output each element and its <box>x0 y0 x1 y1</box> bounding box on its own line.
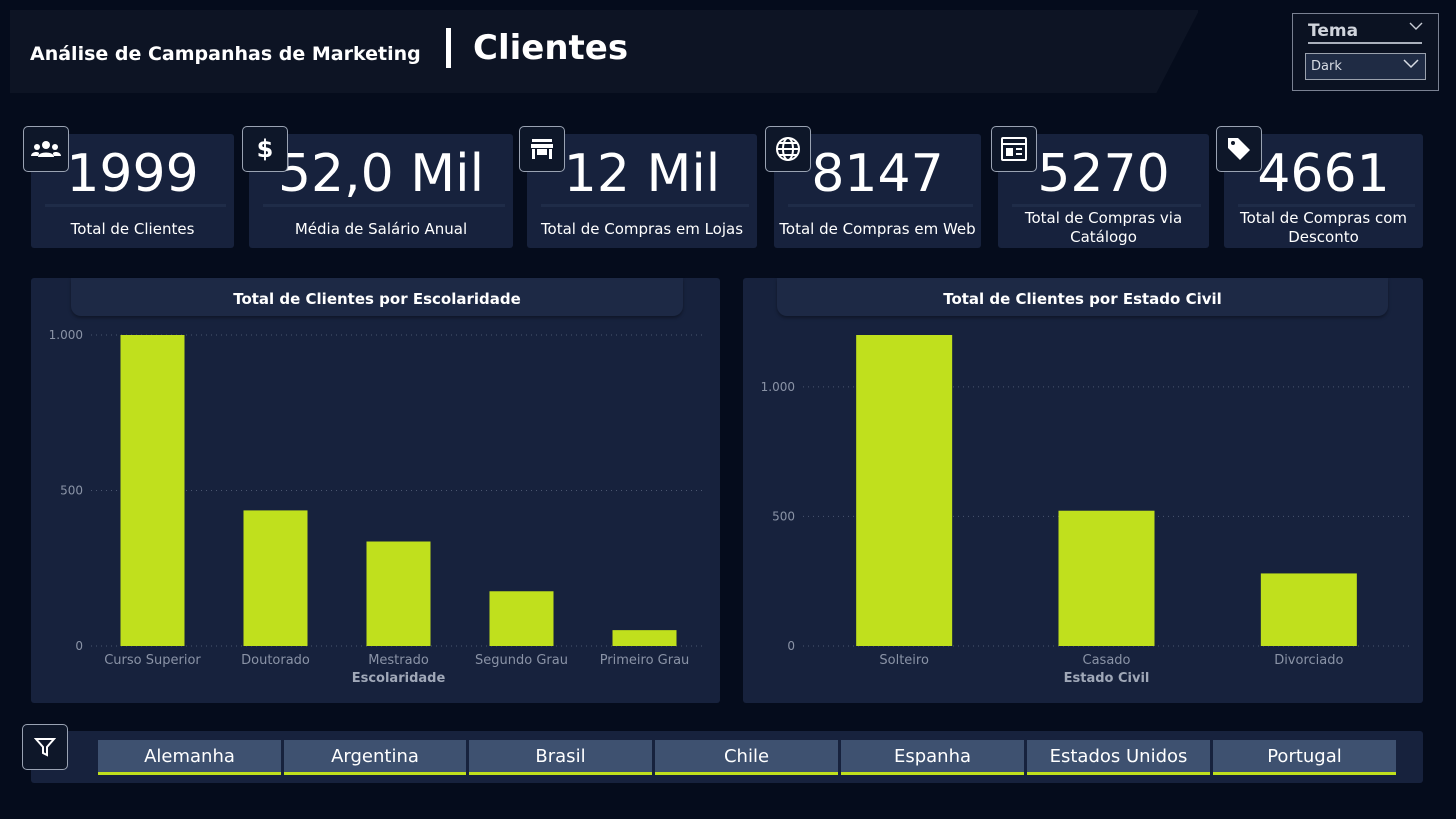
country-button-brasil[interactable]: Brasil <box>469 740 652 775</box>
kpi-label: Total de Compras em Lojas <box>540 220 744 238</box>
bar[interactable] <box>243 510 308 646</box>
store-icon <box>519 126 565 172</box>
x-tick-label: Mestrado <box>368 653 429 668</box>
y-tick-label: 0 <box>75 639 83 653</box>
users-icon <box>23 126 69 172</box>
country-button-chile[interactable]: Chile <box>655 740 838 775</box>
bar[interactable] <box>856 335 953 646</box>
title-divider <box>446 28 451 68</box>
bar-chart-escolaridade: 0 500 1.000 Curso Superior Doutorado Mestrado… <box>49 328 706 686</box>
bar[interactable] <box>1058 510 1155 646</box>
kpi-label: Total de Compras com Desconto <box>1239 209 1408 246</box>
chevron-down-icon[interactable] <box>1409 20 1423 35</box>
bar[interactable] <box>120 335 185 646</box>
tag-icon <box>1216 126 1262 172</box>
chart-panel-estado-civil: Total de Clientes por Estado Civil 0 500 1… <box>743 278 1423 703</box>
kpi-label: Total de Compras em Web <box>779 220 976 238</box>
x-tick-label: Solteiro <box>879 653 929 668</box>
kpi-value: 52,0 Mil <box>277 144 485 204</box>
y-tick-label: 0 <box>787 639 795 653</box>
country-button-argentina[interactable]: Argentina <box>284 740 466 775</box>
x-tick-label: Casado <box>1083 653 1131 668</box>
kpi-divider <box>45 204 226 207</box>
country-button-espanha[interactable]: Espanha <box>841 740 1024 775</box>
bar-chart-estado-civil: 0 500 1.000 Solteiro Casado Divorciado Estado … <box>761 335 1410 686</box>
country-button-alemanha[interactable]: Alemanha <box>98 740 281 775</box>
report-subtitle: Análise de Campanhas de Marketing <box>30 43 421 65</box>
theme-selected-value: Dark <box>1311 59 1342 74</box>
bar[interactable] <box>612 630 677 646</box>
header-banner: Análise de Campanhas de Marketing Client… <box>10 10 1198 93</box>
bar[interactable] <box>1260 573 1357 646</box>
theme-underline <box>1308 42 1422 44</box>
x-tick-label: Primeiro Grau <box>600 653 690 668</box>
globe-icon <box>765 126 811 172</box>
country-button-estados-unidos[interactable]: Estados Unidos <box>1027 740 1210 775</box>
kpi-divider <box>1238 204 1415 207</box>
bar[interactable] <box>489 591 554 646</box>
kpi-divider <box>541 204 749 207</box>
kpi-label: Total de Clientes <box>70 220 195 238</box>
kpi-label: Média de Salário Anual <box>294 220 468 238</box>
x-tick-label: Segundo Grau <box>475 653 568 668</box>
x-axis-title: Escolaridade <box>352 671 446 686</box>
kpi-label: Total de Compras via Catálogo <box>1024 209 1183 246</box>
y-tick-label: 1.000 <box>49 328 83 342</box>
x-tick-label: Curso Superior <box>104 653 201 668</box>
theme-slicer: Tema Dark <box>1292 13 1439 91</box>
chevron-down-icon <box>1403 57 1419 73</box>
theme-dropdown[interactable]: Dark <box>1305 53 1426 80</box>
chart-panel-escolaridade: Total de Clientes por Escolaridade 0 500 1… <box>31 278 720 703</box>
y-tick-label: 1.000 <box>761 380 795 394</box>
x-tick-label: Divorciado <box>1274 653 1343 668</box>
kpi-card-media-salario: 52,0 Mil Média de Salário Anual <box>249 134 513 248</box>
x-axis-title: Estado Civil <box>1064 671 1150 686</box>
kpi-divider <box>788 204 973 207</box>
theme-label: Tema <box>1308 21 1359 41</box>
y-tick-label: 500 <box>772 509 795 523</box>
country-button-portugal[interactable]: Portugal <box>1213 740 1396 775</box>
kpi-divider <box>263 204 505 207</box>
kpi-divider <box>1012 204 1201 207</box>
dollar-icon: $ <box>242 126 288 172</box>
y-tick-label: 500 <box>60 484 83 498</box>
bar[interactable] <box>366 541 431 646</box>
filter-icon[interactable] <box>22 724 68 770</box>
x-tick-label: Doutorado <box>241 653 310 668</box>
catalog-icon <box>991 126 1037 172</box>
page-title: Clientes <box>473 28 629 68</box>
